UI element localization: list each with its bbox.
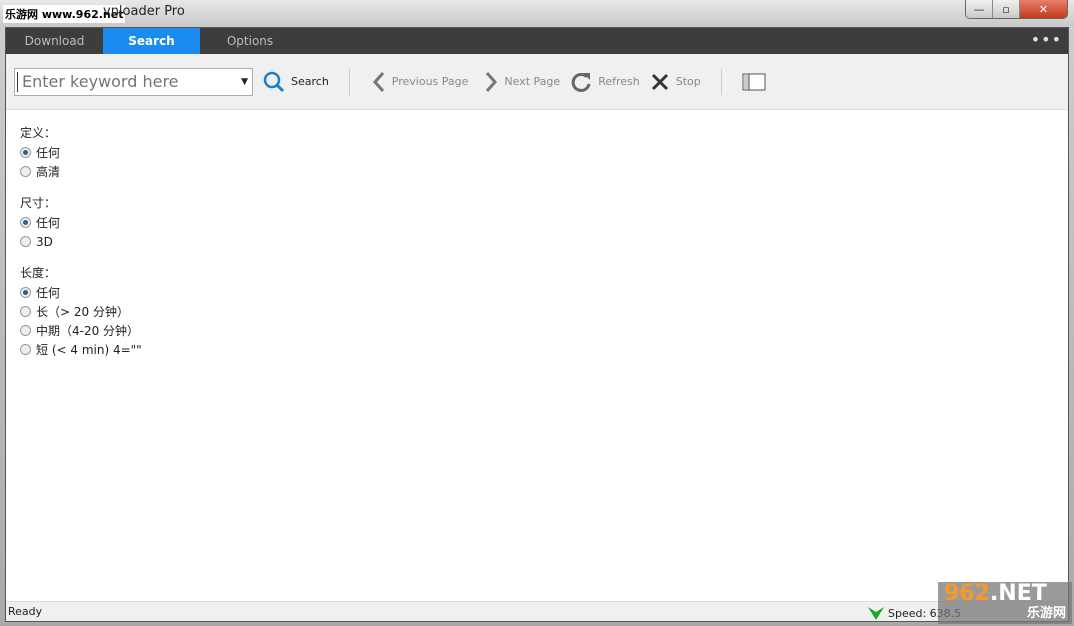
sidebar-layout-icon [742,73,766,90]
next-page-button[interactable]: Next Page [484,71,560,93]
filter-option[interactable]: 任何 [20,283,1068,302]
filter-group-label: 定义： [20,126,57,140]
maximize-button[interactable]: ▫ [993,0,1020,18]
watermark-logo: 962.NET 乐游网 [938,582,1072,624]
app-window: Download Search Options ••• ▼ Search Pre… [5,27,1069,622]
status-text: Ready [8,605,43,618]
previous-page-button[interactable]: Previous Page [372,71,469,93]
previous-page-label: Previous Page [391,75,469,88]
radio-button[interactable] [20,325,31,336]
filter-group: 尺寸： 任何 3D [20,194,1068,251]
tab-download[interactable]: Download [6,28,103,54]
status-bar: Ready Speed: 638.5 [6,601,1068,621]
more-menu-icon[interactable]: ••• [1031,32,1062,48]
filter-option-label: 任何 [36,216,61,230]
search-button[interactable]: Search [263,71,329,93]
minimize-button[interactable]: — [966,0,993,18]
filter-option-label: 中期（4-20 分钟） [36,324,140,338]
stop-button[interactable]: Stop [650,72,701,92]
filter-option[interactable]: 中期（4-20 分钟） [20,321,1068,340]
radio-button[interactable] [20,166,31,177]
next-page-label: Next Page [504,75,561,88]
filter-group: 定义： 任何高清 [20,124,1068,181]
filter-group-label: 尺寸： [20,196,57,210]
filter-option-label: 3D [36,234,53,249]
search-label: Search [291,75,329,88]
radio-button[interactable] [20,306,31,317]
refresh-label: Refresh [598,75,640,88]
divider [720,68,722,95]
radio-button[interactable] [20,147,31,158]
filter-option-label: 长（> 20 分钟） [36,305,129,319]
filter-option[interactable]: 3D [20,232,1068,251]
radio-button[interactable] [20,236,31,247]
refresh-icon [571,72,591,92]
tab-bar: Download Search Options ••• [6,28,1068,54]
refresh-button[interactable]: Refresh [570,71,640,93]
radio-button[interactable] [20,344,31,355]
toggle-sidebar-button[interactable] [742,73,772,91]
filter-option[interactable]: 任何 [20,213,1068,232]
filter-option-label: 任何 [36,146,61,160]
filter-option[interactable]: 短 (< 4 min) 4="" [20,340,1068,359]
window-title: vnloader Pro [103,4,185,19]
title-bar: 乐游网 www.962.net vnloader Pro — ▫ ✕ [0,0,1074,27]
divider [348,68,350,95]
filter-group-label: 长度： [20,266,57,280]
radio-button[interactable] [20,217,31,228]
radio-button[interactable] [20,287,31,298]
search-input[interactable] [17,71,227,92]
chevron-right-icon [486,71,498,92]
tab-search[interactable]: Search [103,28,200,54]
filter-option[interactable]: 长（> 20 分钟） [20,302,1068,321]
filter-option-label: 短 (< 4 min) 4="" [36,343,142,357]
stop-icon [651,73,668,90]
toolbar: ▼ Search Previous Page Next Page Refresh… [6,54,1068,110]
tab-options[interactable]: Options [200,28,300,54]
dropdown-arrow-icon[interactable]: ▼ [241,77,248,87]
filter-option-label: 任何 [36,286,61,300]
filter-option[interactable]: 高清 [20,162,1068,181]
download-arrow-icon [868,607,884,620]
filter-option[interactable]: 任何 [20,143,1068,162]
close-button[interactable]: ✕ [1020,0,1067,18]
keyword-combobox[interactable]: ▼ [14,67,253,96]
chevron-left-icon [372,71,384,92]
filter-option-label: 高清 [36,165,61,179]
search-icon [263,71,285,92]
search-filters: 定义： 任何 高清 尺寸： 任何 3D 长度： 任何 长（> 20 分钟） 中期（4-20 分钟）… [6,110,1068,359]
filter-group: 长度： 任何长（> 20 分钟） 中期（4-20 分钟） 短 (< 4 min) 4=… [20,264,1068,359]
stop-label: Stop [675,75,701,88]
